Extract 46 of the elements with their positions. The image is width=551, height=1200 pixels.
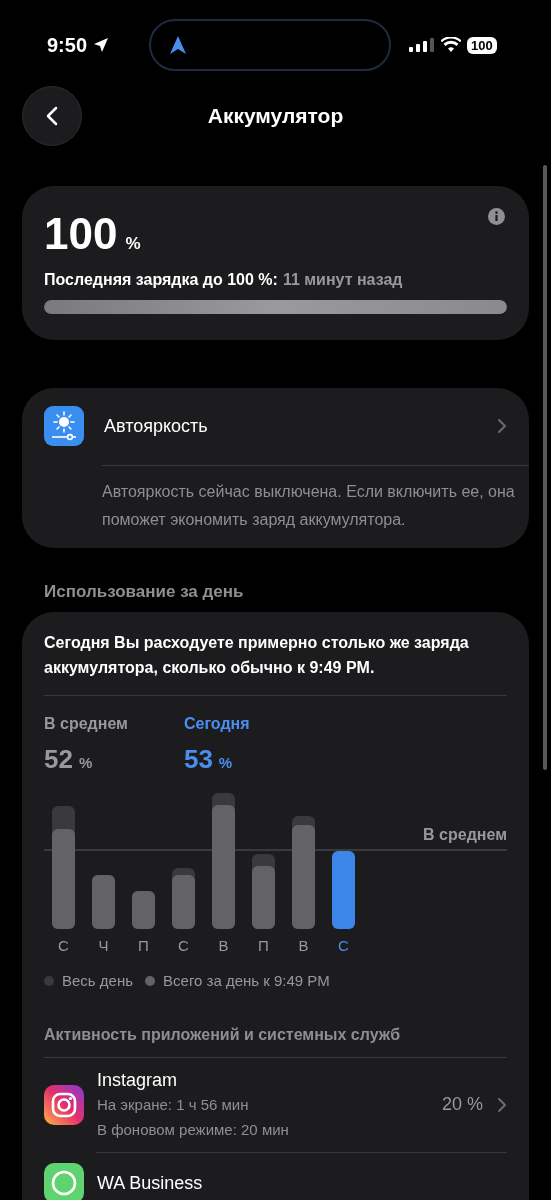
day-label: В xyxy=(218,936,229,956)
last-charge-label: Последняя зарядка до 100 %: xyxy=(44,270,278,290)
app-name: WA Business xyxy=(97,1171,204,1195)
brightness-icon xyxy=(44,406,84,446)
stat-label: В среднем xyxy=(44,714,128,734)
day-label: Ч xyxy=(98,936,109,956)
app-icon xyxy=(44,1162,84,1200)
last-charge-time: 11 минут назад xyxy=(282,270,403,290)
auto-brightness-note: Автояркость сейчас выключена. Если включить ее, она поможет экономить заряд аккумулятора. xyxy=(102,482,515,530)
app-name: Instagram xyxy=(97,1068,179,1092)
signal-icon xyxy=(409,37,435,53)
app-icon xyxy=(44,1084,84,1125)
chevron-icon xyxy=(497,418,507,434)
wifi-icon xyxy=(441,37,461,53)
stat-value: 52 xyxy=(44,743,73,776)
legend-label: Всего за день к 9:49 PM xyxy=(163,971,330,991)
page-title: Аккумулятор xyxy=(206,103,345,130)
location-arrow-icon xyxy=(93,37,110,53)
battery-percent: 100 xyxy=(44,210,118,258)
percent-unit: % xyxy=(125,233,141,255)
stat-label: Сегодня xyxy=(183,714,250,734)
day-label: П xyxy=(258,936,269,956)
day-label: С xyxy=(58,936,69,956)
stat-unit: % xyxy=(78,753,93,773)
app-usage-time: На экране: 1 ч 56 мин xyxy=(97,1094,250,1115)
stat-unit: % xyxy=(218,753,233,773)
auto-brightness-row[interactable]: Автояркость xyxy=(22,406,529,446)
section-title: Использование за день xyxy=(44,582,245,602)
day-label: С xyxy=(178,936,189,956)
battery-indicator: 100 xyxy=(467,36,497,54)
status-time: 9:50 xyxy=(47,33,88,58)
chevron-icon xyxy=(497,1096,507,1113)
average-label: В среднем xyxy=(423,825,507,845)
back-icon xyxy=(46,106,58,126)
auto-brightness-label: Автояркость xyxy=(104,414,209,438)
day-label: В xyxy=(298,936,309,956)
app-percent: 20 % xyxy=(441,1093,483,1116)
info-icon xyxy=(488,208,505,225)
legend-label: Весь день xyxy=(62,971,134,991)
day-label: С xyxy=(338,936,349,956)
usage-summary: Сегодня Вы расходуете примерно столько же заряда аккумулятора, сколько обычно к 9:49 PM. xyxy=(44,633,470,678)
day-label: П xyxy=(138,936,149,956)
stat-value: 53 xyxy=(183,743,213,776)
navigation-arrow-icon xyxy=(169,35,187,55)
apps-title: Активность приложений и системных служб xyxy=(44,1024,402,1045)
app-usage-time: В фоновом режиме: 20 мин xyxy=(97,1119,290,1140)
